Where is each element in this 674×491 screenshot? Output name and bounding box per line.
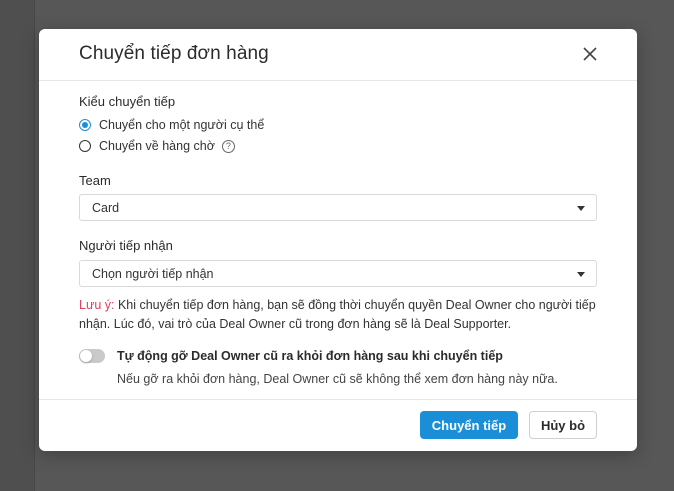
- auto-remove-toggle[interactable]: [79, 349, 105, 363]
- background-panel: [0, 0, 35, 491]
- transfer-note: Lưu ý: Khi chuyển tiếp đơn hàng, bạn sẽ …: [79, 296, 599, 334]
- note-prefix: Lưu ý:: [79, 298, 115, 312]
- team-select[interactable]: Card: [79, 194, 597, 221]
- caret-down-icon: [577, 206, 585, 211]
- close-button[interactable]: [579, 43, 601, 65]
- radio-label-queue: Chuyển về hàng chờ: [99, 139, 215, 153]
- team-label: Team: [79, 173, 111, 188]
- confirm-transfer-button[interactable]: Chuyển tiếp: [420, 411, 518, 439]
- dialog-footer: Chuyển tiếp Hủy bỏ: [39, 399, 637, 451]
- radio-button-unchecked[interactable]: [79, 140, 91, 152]
- close-icon: [583, 47, 597, 61]
- receiver-select[interactable]: Chọn người tiếp nhận: [79, 260, 597, 287]
- auto-remove-title: Tự động gỡ Deal Owner cũ ra khỏi đơn hàn…: [117, 349, 503, 363]
- cancel-button[interactable]: Hủy bỏ: [529, 411, 597, 439]
- note-text: Khi chuyển tiếp đơn hàng, bạn sẽ đồng th…: [79, 298, 596, 331]
- receiver-label: Người tiếp nhận: [79, 238, 173, 253]
- help-circle-icon[interactable]: ?: [221, 139, 235, 153]
- auto-remove-description: Nếu gỡ ra khỏi đơn hàng, Deal Owner cũ s…: [117, 372, 558, 386]
- radio-specific-person[interactable]: Chuyển cho một người cụ thể: [79, 116, 264, 134]
- radio-button-checked[interactable]: [79, 119, 91, 131]
- transfer-type-label: Kiểu chuyển tiếp: [79, 94, 176, 109]
- dialog-body: Kiểu chuyển tiếp Chuyển cho một người cụ…: [39, 81, 637, 399]
- transfer-order-dialog: Chuyển tiếp đơn hàng Kiểu chuyển tiếp Ch…: [39, 29, 637, 451]
- dialog-header: Chuyển tiếp đơn hàng: [39, 29, 637, 81]
- caret-down-icon: [577, 272, 585, 277]
- receiver-select-placeholder: Chọn người tiếp nhận: [92, 267, 214, 281]
- radio-queue[interactable]: Chuyển về hàng chờ ?: [79, 137, 235, 155]
- dialog-title: Chuyển tiếp đơn hàng: [79, 43, 269, 64]
- team-select-value: Card: [92, 201, 120, 215]
- toggle-knob: [80, 350, 92, 362]
- radio-label-specific-person: Chuyển cho một người cụ thể: [99, 118, 265, 132]
